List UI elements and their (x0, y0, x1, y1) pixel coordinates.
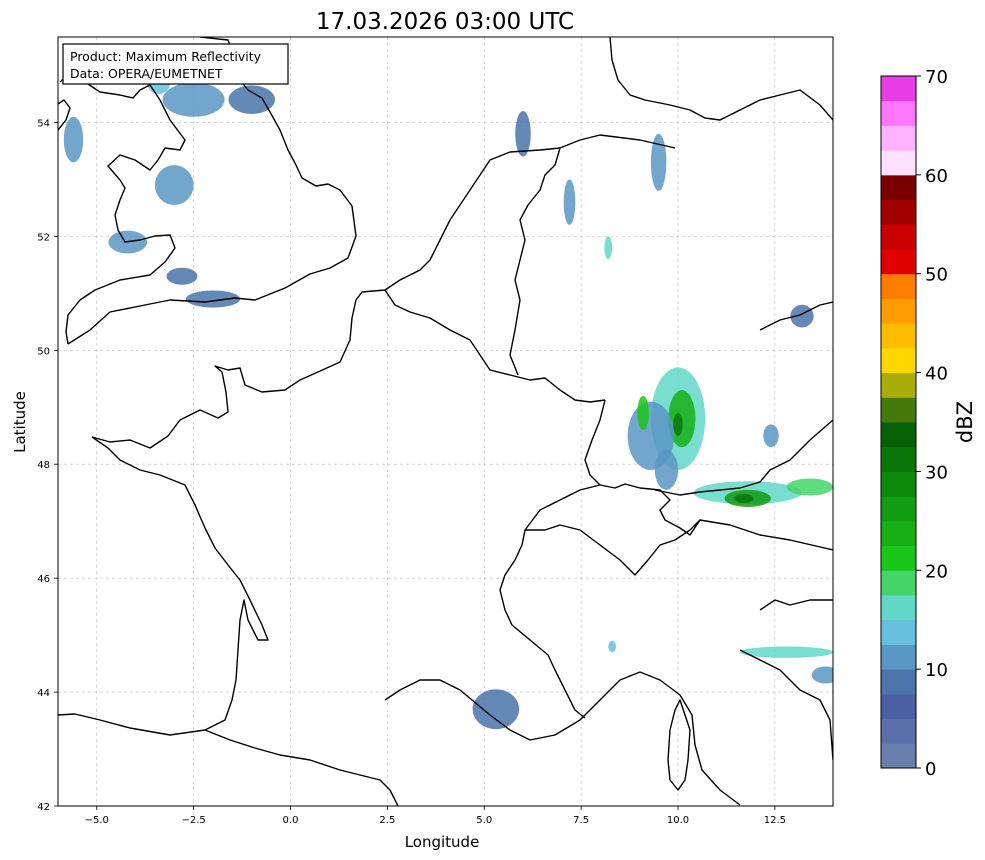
y-tick-label: 54 (37, 118, 50, 129)
radar-echo-cell (515, 111, 531, 157)
chart-title: 17.03.2026 03:00 UTC (316, 9, 574, 35)
x-tick-label: −5.0 (85, 815, 109, 826)
x-tick-label: 7.5 (573, 815, 589, 826)
radar-echo-cell (763, 424, 779, 448)
x-tick-label: 0.0 (283, 815, 299, 826)
colorbar-segment (881, 174, 916, 201)
info-box: Product: Maximum Reflectivity Data: OPER… (62, 43, 289, 85)
colorbar-segment (881, 397, 916, 423)
colorbar-tick-label: 50 (925, 265, 948, 286)
colorbar-segment (881, 496, 916, 522)
colorbar-segment (881, 323, 916, 349)
colorbar-segment (881, 471, 916, 497)
colorbar-segment (881, 100, 916, 126)
colorbar-tick-label: 20 (925, 561, 948, 582)
colorbar-segment (881, 347, 916, 374)
radar-figure: 17.03.2026 03:00 UTC −5.0 −2.5 0.0 2.5 5… (0, 0, 985, 860)
radar-echo-cell (154, 165, 194, 206)
colorbar-label: dBZ (953, 401, 977, 443)
colorbar-segment (881, 125, 916, 151)
map-plot-area (58, 37, 833, 806)
figure-canvas: 17.03.2026 03:00 UTC −5.0 −2.5 0.0 2.5 5… (11, 9, 977, 851)
colorbar-segment (881, 273, 916, 299)
radar-echo-cell (637, 395, 649, 431)
y-axis-label: Latitude (11, 391, 29, 453)
radar-echo-cell (608, 640, 616, 653)
colorbar-tick-label: 60 (925, 166, 948, 187)
colorbar-segment (881, 595, 916, 621)
y-tick-label: 42 (37, 802, 50, 813)
y-axis-ticks: 42 44 46 48 50 52 54 (37, 118, 58, 813)
colorbar-tick-label: 30 (925, 462, 948, 483)
radar-echo-cell (740, 646, 833, 658)
radar-echo-cell (162, 82, 225, 117)
colorbar-segment (881, 570, 916, 596)
colorbar (881, 76, 916, 769)
colorbar-segment (881, 669, 916, 695)
info-product: Product: Maximum Reflectivity (70, 49, 262, 64)
colorbar-tick-label: 40 (925, 364, 948, 385)
colorbar-ticks: 0 10 20 30 40 50 60 70 (916, 67, 948, 780)
y-tick-label: 48 (37, 460, 50, 471)
x-axis-label: Longitude (405, 833, 480, 851)
y-tick-label: 44 (37, 688, 50, 699)
colorbar-segment (881, 76, 916, 102)
x-axis-ticks: −5.0 −2.5 0.0 2.5 5.0 7.5 10.0 12.5 (85, 806, 786, 826)
colorbar-segment (881, 693, 916, 720)
radar-echo-cell (673, 412, 683, 436)
x-tick-label: −2.5 (181, 815, 205, 826)
radar-echo-cell (63, 116, 84, 163)
radar-echo-cell (563, 179, 576, 225)
colorbar-segment (881, 298, 916, 324)
colorbar-segment (881, 446, 916, 472)
radar-echo-cell (654, 449, 678, 490)
colorbar-tick-label: 0 (925, 759, 936, 780)
x-tick-label: 12.5 (764, 815, 786, 826)
radar-echo-cell (472, 689, 520, 730)
radar-echo-cell (734, 493, 754, 503)
colorbar-segment (881, 150, 916, 176)
colorbar-segment (881, 422, 916, 448)
colorbar-segment (881, 249, 916, 275)
colorbar-segment (881, 372, 916, 398)
radar-echo-cell (604, 236, 613, 260)
colorbar-segment (881, 520, 916, 547)
colorbar-segment (881, 224, 916, 250)
radar-echo-cell (166, 267, 198, 285)
y-tick-label: 52 (37, 232, 50, 243)
colorbar-segment (881, 619, 916, 645)
info-data-source: Data: OPERA/EUMETNET (70, 66, 223, 81)
x-tick-label: 2.5 (379, 815, 395, 826)
colorbar-segment (881, 644, 916, 670)
colorbar-segment (881, 743, 916, 769)
colorbar-tick-label: 10 (925, 660, 948, 681)
colorbar-segment (881, 545, 916, 571)
x-tick-label: 10.0 (667, 815, 689, 826)
y-tick-label: 50 (37, 346, 50, 357)
colorbar-tick-label: 70 (925, 67, 948, 88)
radar-echo-cell (811, 666, 833, 684)
colorbar-segment (881, 199, 916, 225)
x-tick-label: 5.0 (476, 815, 492, 826)
y-tick-label: 46 (37, 574, 50, 585)
colorbar-segment (881, 718, 916, 744)
radar-echo-cell (786, 478, 833, 496)
